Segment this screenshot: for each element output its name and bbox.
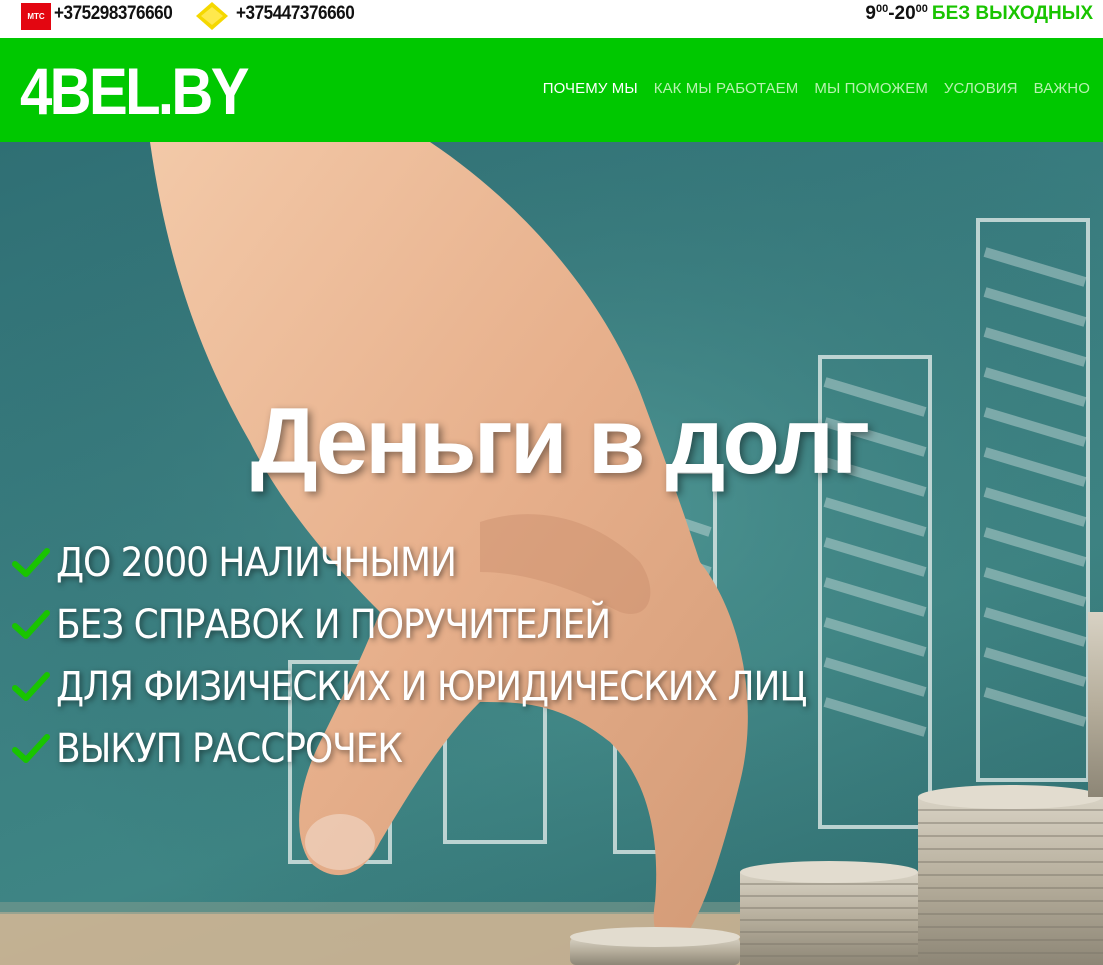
working-hours: 900-2000 БЕЗ ВЫХОДНЫХ [865,3,1093,24]
feature-list: ДО 2000 НАЛИЧНЫМИ БЕЗ СПРАВОК И ПОРУЧИТЕ… [12,532,890,780]
nav-item-conditions[interactable]: УСЛОВИЯ [944,80,1018,97]
feature-text: БЕЗ СПРАВОК И ПОРУЧИТЕЛЕЙ [56,602,611,648]
feature-item: ДО 2000 НАЛИЧНЫМИ [12,532,890,594]
feature-text: ДО 2000 НАЛИЧНЫМИ [56,540,457,586]
no-days-off-label: БЕЗ ВЫХОДНЫХ [931,3,1093,24]
phone-life[interactable]: +375447376660 [236,3,355,25]
life-logo-icon [196,2,228,30]
check-icon [12,610,50,639]
feature-item: ДЛЯ ФИЗИЧЕСКИХ И ЮРИДИЧЕСКИХ ЛИЦ [12,656,890,718]
nav-item-we-help[interactable]: МЫ ПОМОЖЕМ [814,80,928,97]
hero-title: Деньги в долг [250,388,871,493]
main-nav: ПОЧЕМУ МЫ КАК МЫ РАБОТАЕМ МЫ ПОМОЖЕМ УСЛ… [543,80,1090,97]
site-logo[interactable]: 4BEL.BY [20,51,249,131]
mts-logo-icon: МТС [21,3,51,30]
site-header: 4BEL.BY ПОЧЕМУ МЫ КАК МЫ РАБОТАЕМ МЫ ПОМ… [0,38,1103,142]
hero-section: Деньги в долг ДО 2000 НАЛИЧНЫМИ БЕЗ СПРА… [0,142,1103,965]
top-contact-bar: МТС +375298376660 +375447376660 900-2000… [0,0,1103,38]
feature-item: ВЫКУП РАССРОЧЕК [12,718,890,780]
nav-item-how-we-work[interactable]: КАК МЫ РАБОТАЕМ [654,80,799,97]
feature-text: ВЫКУП РАССРОЧЕК [56,726,403,772]
feature-text: ДЛЯ ФИЗИЧЕСКИХ И ЮРИДИЧЕСКИХ ЛИЦ [56,664,807,710]
check-icon [12,734,50,763]
check-icon [12,672,50,701]
phone-mts[interactable]: +375298376660 [54,3,173,25]
nav-item-important[interactable]: ВАЖНО [1034,80,1090,97]
nav-item-why-us[interactable]: ПОЧЕМУ МЫ [543,80,638,97]
check-icon [12,548,50,577]
feature-item: БЕЗ СПРАВОК И ПОРУЧИТЕЛЕЙ [12,594,890,656]
